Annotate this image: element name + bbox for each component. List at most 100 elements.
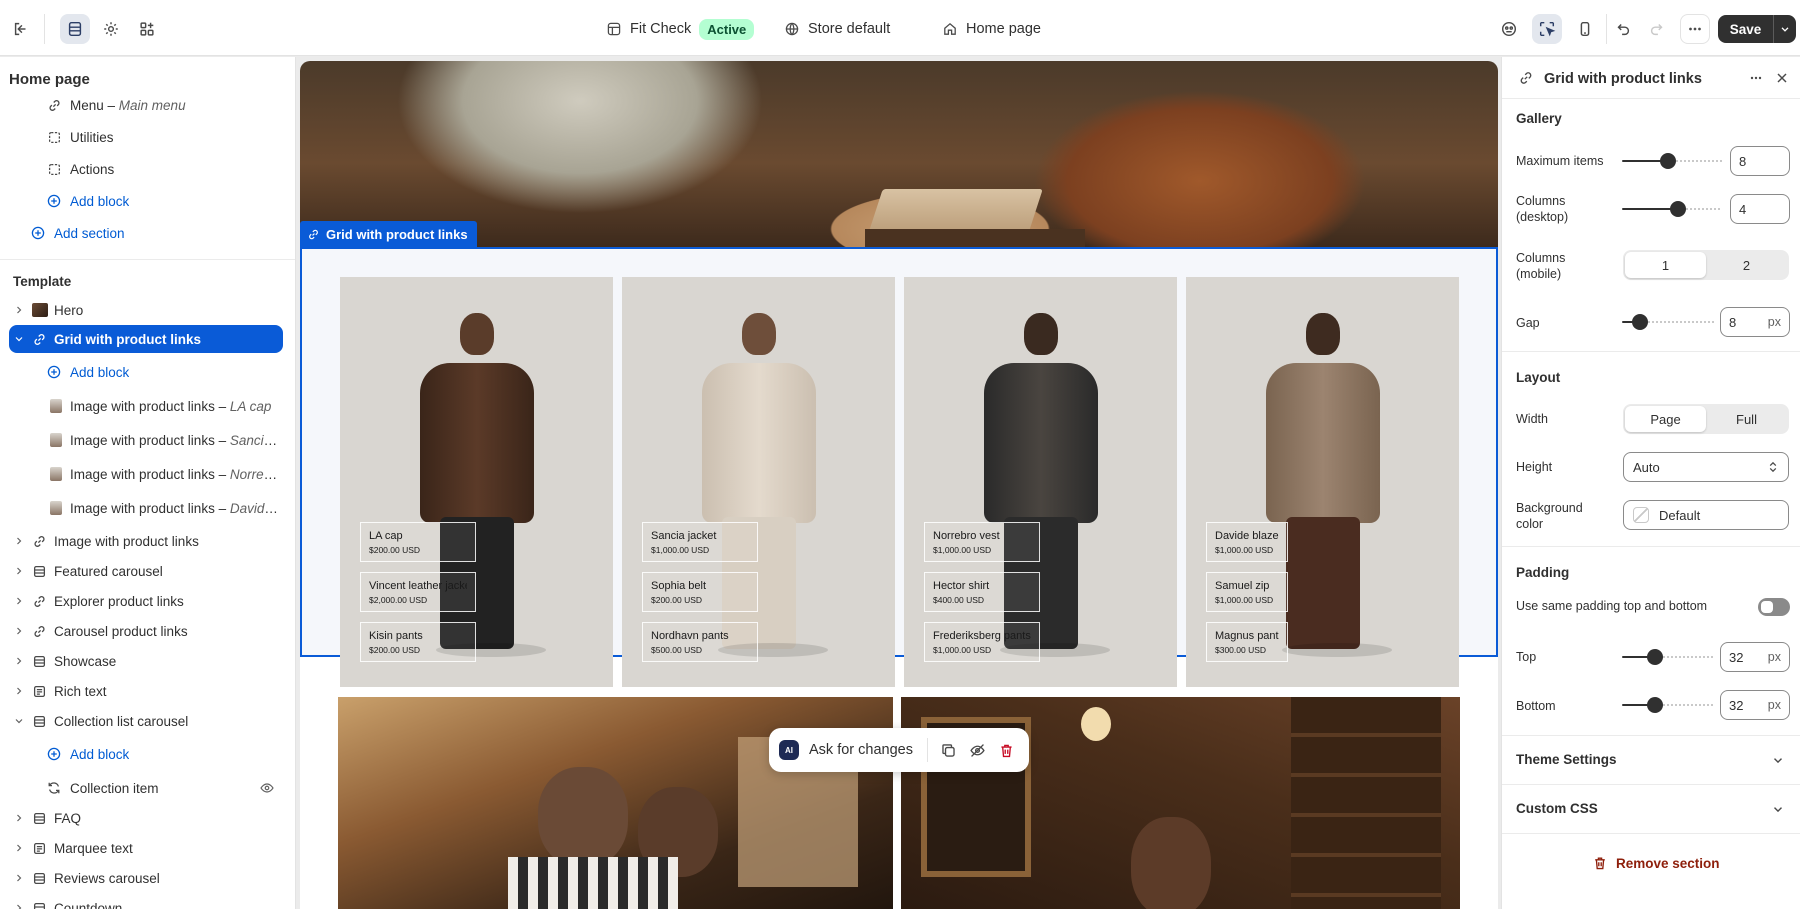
chevron-right-icon[interactable] bbox=[12, 841, 26, 855]
product-tag[interactable]: Kisin pants $200.00 USD bbox=[360, 622, 476, 662]
tree-section-image-with-product-links[interactable]: Image with product links bbox=[0, 527, 295, 555]
more-icon[interactable] bbox=[1748, 70, 1764, 86]
tree-section-explorer-product-links[interactable]: Explorer product links bbox=[0, 587, 295, 615]
hide-icon[interactable] bbox=[969, 742, 986, 759]
chevron-right-icon[interactable] bbox=[12, 811, 26, 825]
selected-section-tag[interactable]: Grid with product links bbox=[300, 221, 477, 247]
chevron-down-icon[interactable] bbox=[12, 714, 26, 728]
tree-section-hero[interactable]: Hero bbox=[0, 296, 295, 324]
close-icon[interactable] bbox=[1774, 70, 1790, 86]
padding-bottom-slider[interactable] bbox=[1622, 695, 1714, 715]
eye-icon[interactable] bbox=[259, 780, 275, 796]
product-tag[interactable]: LA cap $200.00 USD bbox=[360, 522, 476, 562]
tree-item-menu[interactable]: Menu – Main menu bbox=[0, 91, 295, 119]
save-button[interactable]: Save bbox=[1718, 15, 1796, 43]
preview-icon[interactable] bbox=[1494, 14, 1524, 44]
apps-icon[interactable] bbox=[132, 14, 162, 44]
product-image-card[interactable]: Sancia jacket $1,000.00 USD Sophia belt $2… bbox=[622, 277, 895, 687]
gap-slider[interactable] bbox=[1622, 312, 1714, 332]
tree-block-davide-blazer[interactable]: Image with product links – Davide blazer bbox=[0, 494, 295, 522]
add-section-button[interactable]: Add section bbox=[0, 219, 295, 247]
padding-top-input[interactable]: 32 px bbox=[1720, 642, 1790, 672]
redo-icon[interactable] bbox=[1642, 14, 1672, 44]
columns-desktop-input[interactable]: 4 bbox=[1730, 194, 1790, 224]
product-tag[interactable]: Magnus pants $300.00 USD bbox=[1206, 622, 1288, 662]
duplicate-icon[interactable] bbox=[940, 742, 957, 759]
columns-mobile-option-1[interactable]: 1 bbox=[1625, 252, 1706, 278]
width-option-page[interactable]: Page bbox=[1625, 406, 1706, 432]
chevron-right-icon[interactable] bbox=[12, 303, 26, 317]
max-items-slider[interactable] bbox=[1622, 151, 1722, 171]
background-color-picker[interactable]: Default bbox=[1623, 500, 1789, 530]
tree-section-carousel-product-links[interactable]: Carousel product links bbox=[0, 617, 295, 645]
add-block-button[interactable]: Add block bbox=[0, 187, 295, 215]
mobile-icon[interactable] bbox=[1570, 14, 1600, 44]
columns-mobile-toggle[interactable]: 1 2 bbox=[1623, 250, 1789, 280]
exit-icon[interactable] bbox=[6, 14, 36, 44]
tree-section-reviews-carousel[interactable]: Reviews carousel bbox=[0, 864, 295, 892]
add-block-button[interactable]: Add block bbox=[0, 358, 295, 386]
height-select[interactable]: Auto bbox=[1623, 452, 1789, 482]
padding-top-slider[interactable] bbox=[1622, 647, 1714, 667]
tree-block-collection-item[interactable]: Collection item bbox=[0, 774, 295, 802]
chevron-right-icon[interactable] bbox=[12, 564, 26, 578]
tree-section-collection-list-carousel[interactable]: Collection list carousel bbox=[0, 707, 295, 735]
chevron-right-icon[interactable] bbox=[12, 871, 26, 885]
product-tag[interactable]: Sophia belt $200.00 USD bbox=[642, 572, 758, 612]
gear-icon[interactable] bbox=[96, 14, 126, 44]
store-selector[interactable]: Store default bbox=[784, 16, 890, 42]
page-selector[interactable]: Home page bbox=[942, 16, 1041, 42]
tree-section-marquee-text[interactable]: Marquee text bbox=[0, 834, 295, 862]
tree-section-showcase[interactable]: Showcase bbox=[0, 647, 295, 675]
same-padding-toggle[interactable] bbox=[1758, 598, 1790, 616]
product-image-card[interactable]: Norrebro vest $1,000.00 USD Hector shirt $… bbox=[904, 277, 1177, 687]
tree-block-la-cap[interactable]: Image with product links – LA cap bbox=[0, 392, 295, 420]
more-icon[interactable] bbox=[1680, 14, 1710, 44]
undo-icon[interactable] bbox=[1608, 14, 1638, 44]
delete-icon[interactable] bbox=[998, 742, 1015, 759]
product-tag[interactable]: Vincent leather jacket $2,000.00 USD bbox=[360, 572, 476, 612]
theme-settings-toggle[interactable]: Theme Settings bbox=[1502, 736, 1800, 784]
chevron-down-icon[interactable] bbox=[12, 332, 26, 346]
ask-for-changes-bar[interactable]: AI Ask for changes bbox=[769, 728, 1029, 772]
chevron-right-icon[interactable] bbox=[12, 534, 26, 548]
ask-for-changes-button[interactable]: Ask for changes bbox=[809, 742, 913, 758]
tree-section-featured-carousel[interactable]: Featured carousel bbox=[0, 557, 295, 585]
product-tag[interactable]: Davide blazer $1,000.00 USD bbox=[1206, 522, 1288, 562]
remove-section-button[interactable]: Remove section bbox=[1592, 855, 1720, 871]
product-tag[interactable]: Frederiksberg pants $1,000.00 USD bbox=[924, 622, 1040, 662]
gap-input[interactable]: 8 px bbox=[1720, 307, 1790, 337]
save-label[interactable]: Save bbox=[1718, 15, 1774, 43]
tree-section-faq[interactable]: FAQ bbox=[0, 804, 295, 832]
product-tag[interactable]: Norrebro vest $1,000.00 USD bbox=[924, 522, 1040, 562]
tree-section-rich-text[interactable]: Rich text bbox=[0, 677, 295, 705]
chevron-right-icon[interactable] bbox=[12, 594, 26, 608]
width-option-full[interactable]: Full bbox=[1706, 406, 1787, 432]
max-items-input[interactable]: 8 bbox=[1730, 146, 1790, 176]
tree-section-countdown[interactable]: Countdown bbox=[0, 894, 295, 909]
product-tag[interactable]: Nordhavn pants $500.00 USD bbox=[642, 622, 758, 662]
padding-bottom-input[interactable]: 32 px bbox=[1720, 690, 1790, 720]
product-tag[interactable]: Samuel zip $1,000.00 USD bbox=[1206, 572, 1288, 612]
product-tag[interactable]: Sancia jacket $1,000.00 USD bbox=[642, 522, 758, 562]
chevron-right-icon[interactable] bbox=[12, 624, 26, 638]
chevron-right-icon[interactable] bbox=[12, 684, 26, 698]
tree-section-grid-with-product-links[interactable]: Grid with product links bbox=[9, 325, 283, 353]
tree-item-utilities[interactable]: Utilities bbox=[0, 123, 295, 151]
grid-with-product-links-section[interactable]: LA cap $200.00 USD Vincent leather jacket… bbox=[300, 247, 1498, 687]
inspector-icon[interactable] bbox=[1532, 14, 1562, 44]
chevron-right-icon[interactable] bbox=[12, 654, 26, 668]
product-image-card[interactable]: Davide blazer $1,000.00 USD Samuel zip $1,… bbox=[1186, 277, 1459, 687]
theme-selector[interactable]: Fit Check Active bbox=[606, 16, 755, 42]
columns-mobile-option-2[interactable]: 2 bbox=[1706, 252, 1787, 278]
sections-icon[interactable] bbox=[60, 14, 90, 44]
chevron-down-icon[interactable] bbox=[1774, 15, 1796, 43]
tree-item-actions[interactable]: Actions bbox=[0, 155, 295, 183]
product-tag[interactable]: Hector shirt $400.00 USD bbox=[924, 572, 1040, 612]
product-image-card[interactable]: LA cap $200.00 USD Vincent leather jacket… bbox=[340, 277, 613, 687]
tree-block-sancia-jacket[interactable]: Image with product links – Sancia jacket bbox=[0, 426, 295, 454]
chevron-right-icon[interactable] bbox=[12, 901, 26, 909]
width-toggle[interactable]: Page Full bbox=[1623, 404, 1789, 434]
custom-css-toggle[interactable]: Custom CSS bbox=[1502, 785, 1800, 833]
columns-desktop-slider[interactable] bbox=[1622, 199, 1722, 219]
